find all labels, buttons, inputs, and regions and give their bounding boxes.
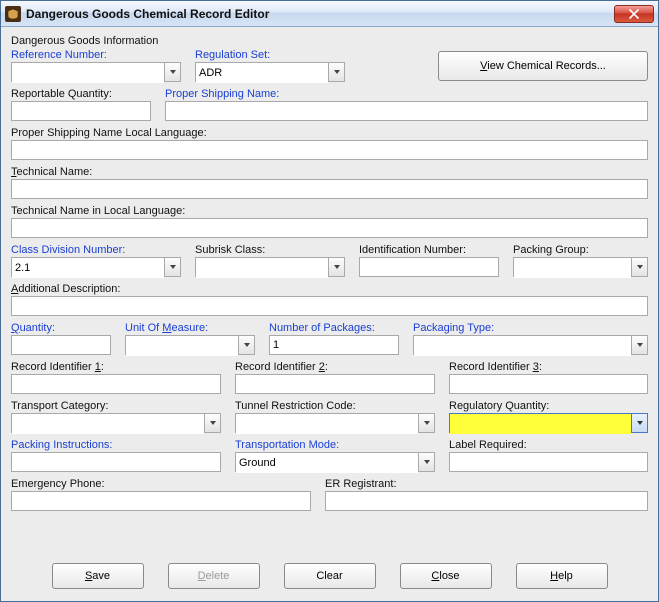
label-packing-instr: Packing Instructions: [11, 439, 221, 451]
label-regulation-set: Regulation Set: [195, 49, 345, 61]
reference-number-combo[interactable] [11, 62, 181, 82]
window: Dangerous Goods Chemical Record Editor D… [0, 0, 659, 602]
label-transport-cat: Transport Category: [11, 400, 221, 412]
chevron-down-icon[interactable] [328, 63, 344, 81]
packaging-type-combo[interactable] [413, 335, 648, 355]
title-bar: Dangerous Goods Chemical Record Editor [1, 1, 658, 27]
label-tech-local: Technical Name in Local Language: [11, 205, 648, 217]
technical-name-input[interactable] [11, 179, 648, 199]
button-bar: Save Delete Clear Close Help [1, 563, 658, 589]
view-chemical-records-button[interactable]: View Chemical Records... [438, 51, 648, 81]
chevron-down-icon[interactable] [328, 258, 344, 276]
delete-button: Delete [168, 563, 260, 589]
transport-cat-combo[interactable] [11, 413, 221, 433]
reportable-qty-input[interactable] [11, 101, 151, 121]
client-area: Dangerous Goods Information Reference Nu… [1, 27, 658, 601]
label-transport-mode: Transportation Mode: [235, 439, 435, 451]
label-class-div: Class Division Number: [11, 244, 181, 256]
transport-cat-input[interactable] [12, 414, 204, 434]
label-rec-id3: Record Identifier 3: [449, 361, 648, 373]
uom-input[interactable] [126, 336, 238, 356]
regulation-set-input[interactable] [196, 63, 328, 83]
rec-id3-input[interactable] [449, 374, 648, 394]
label-psn-local: Proper Shipping Name Local Language: [11, 127, 648, 139]
chevron-down-icon[interactable] [164, 63, 180, 81]
app-icon [5, 6, 21, 22]
group-title: Dangerous Goods Information [11, 35, 648, 47]
label-er-reg: ER Registrant: [325, 478, 648, 490]
label-reference-number: Reference Number: [11, 49, 181, 61]
label-quantity: Quantity: [11, 322, 111, 334]
rec-id1-input[interactable] [11, 374, 221, 394]
tech-local-input[interactable] [11, 218, 648, 238]
label-proper-shipping: Proper Shipping Name: [165, 88, 648, 100]
regulation-set-combo[interactable] [195, 62, 345, 82]
label-packing-group: Packing Group: [513, 244, 648, 256]
label-subrisk: Subrisk Class: [195, 244, 345, 256]
class-div-combo[interactable] [11, 257, 181, 277]
label-rec-id2: Record Identifier 2: [235, 361, 435, 373]
tunnel-input[interactable] [236, 414, 418, 434]
packing-group-input[interactable] [514, 258, 631, 278]
chevron-down-icon[interactable] [164, 258, 180, 276]
subrisk-combo[interactable] [195, 257, 345, 277]
label-label-req: Label Required: [449, 439, 648, 451]
reg-qty-input[interactable] [450, 414, 631, 434]
transport-mode-input[interactable] [236, 453, 418, 473]
label-id-number: Identification Number: [359, 244, 499, 256]
transport-mode-combo[interactable] [235, 452, 435, 472]
label-reg-qty: Regulatory Quantity: [449, 400, 648, 412]
chevron-down-icon[interactable] [418, 414, 434, 432]
num-packages-input[interactable] [269, 335, 399, 355]
reference-number-input[interactable] [12, 63, 164, 83]
subrisk-input[interactable] [196, 258, 328, 278]
chevron-down-icon[interactable] [418, 453, 434, 471]
reg-qty-combo[interactable] [449, 413, 648, 433]
save-button[interactable]: Save [52, 563, 144, 589]
class-div-input[interactable] [12, 258, 164, 278]
clear-button[interactable]: Clear [284, 563, 376, 589]
chevron-down-icon[interactable] [631, 414, 647, 432]
chevron-down-icon[interactable] [631, 258, 647, 276]
help-button[interactable]: Help [516, 563, 608, 589]
label-uom: Unit Of Measure: [125, 322, 255, 334]
close-button[interactable]: Close [400, 563, 492, 589]
chevron-down-icon[interactable] [238, 336, 254, 354]
packing-group-combo[interactable] [513, 257, 648, 277]
label-num-packages: Number of Packages: [269, 322, 399, 334]
emergency-phone-input[interactable] [11, 491, 311, 511]
label-req-input[interactable] [449, 452, 648, 472]
proper-shipping-input[interactable] [165, 101, 648, 121]
tunnel-combo[interactable] [235, 413, 435, 433]
rec-id2-input[interactable] [235, 374, 435, 394]
label-technical-name: Technical Name: [11, 166, 648, 178]
chevron-down-icon[interactable] [204, 414, 220, 432]
packaging-type-input[interactable] [414, 336, 631, 356]
packing-instr-input[interactable] [11, 452, 221, 472]
label-add-desc: Additional Description: [11, 283, 648, 295]
label-packaging-type: Packaging Type: [413, 322, 648, 334]
close-window-button[interactable] [614, 5, 654, 23]
uom-combo[interactable] [125, 335, 255, 355]
psn-local-input[interactable] [11, 140, 648, 160]
quantity-input[interactable] [11, 335, 111, 355]
label-emergency-phone: Emergency Phone: [11, 478, 311, 490]
er-reg-input[interactable] [325, 491, 648, 511]
add-desc-input[interactable] [11, 296, 648, 316]
id-number-input[interactable] [359, 257, 499, 277]
chevron-down-icon[interactable] [631, 336, 647, 354]
label-tunnel: Tunnel Restriction Code: [235, 400, 435, 412]
label-reportable-qty: Reportable Quantity: [11, 88, 151, 100]
close-icon [629, 9, 639, 19]
label-rec-id1: Record Identifier 1: [11, 361, 221, 373]
window-title: Dangerous Goods Chemical Record Editor [26, 7, 614, 21]
